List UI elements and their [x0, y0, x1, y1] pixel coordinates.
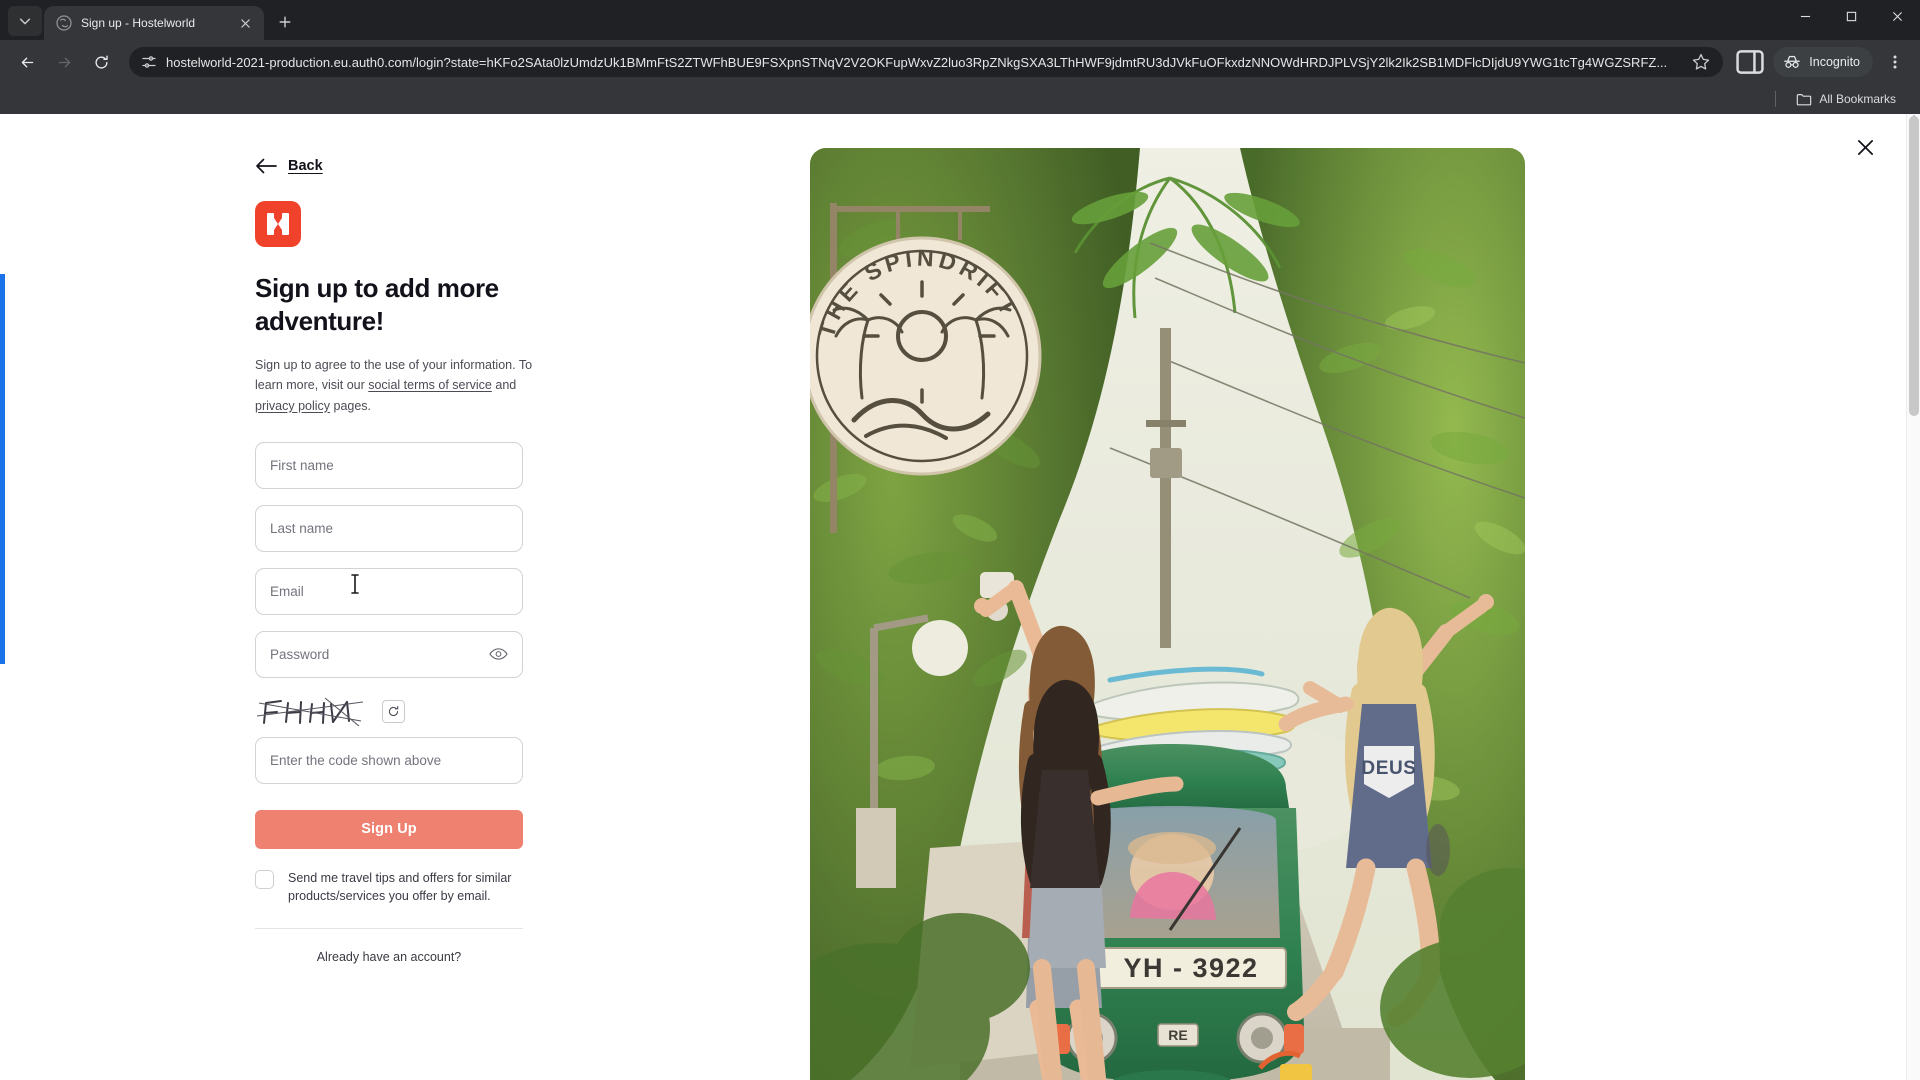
url-text: hostelworld-2021-production.eu.auth0.com… — [166, 54, 1668, 70]
sign-up-button[interactable]: Sign Up — [255, 809, 523, 849]
tab-title: Sign up - Hostelworld — [81, 16, 196, 30]
reload-icon — [94, 55, 108, 68]
address-bar[interactable]: hostelworld-2021-production.eu.auth0.com… — [129, 47, 1724, 77]
divider — [255, 927, 523, 929]
password-input[interactable]: Password — [255, 630, 523, 678]
captcha-refresh-button[interactable] — [382, 700, 405, 724]
password-placeholder: Password — [270, 646, 330, 662]
kebab-menu-icon — [1893, 55, 1897, 69]
back-button[interactable] — [10, 45, 44, 79]
marketing-optin-label: Send me travel tips and offers for simil… — [288, 870, 512, 904]
bookmarks-divider — [1775, 91, 1777, 107]
folder-icon — [1797, 93, 1812, 105]
browser-toolbar: hostelworld-2021-production.eu.auth0.com… — [0, 40, 1920, 84]
hostelworld-logo — [255, 201, 301, 247]
back-label: Back — [288, 158, 323, 174]
forward-button[interactable] — [47, 45, 81, 79]
eye-icon — [488, 648, 508, 660]
last-name-placeholder: Last name — [270, 520, 334, 536]
social-terms-link[interactable]: social terms of service — [368, 378, 492, 392]
page-title: Sign up to add more adventure! — [255, 273, 499, 337]
page-info-icon[interactable] — [141, 54, 157, 70]
tab-strip: Sign up - Hostelworld — [0, 0, 1920, 40]
email-placeholder: Email — [270, 583, 304, 599]
incognito-label: Incognito — [1809, 55, 1860, 69]
bookmark-star-button[interactable] — [1691, 52, 1711, 72]
legal-copy-middle: and — [491, 378, 517, 393]
all-bookmarks-button[interactable]: All Bookmarks — [1790, 89, 1902, 110]
incognito-indicator[interactable]: Incognito — [1773, 47, 1873, 77]
hero-photo: THE SPINDRIFT YH - 3922 RE DEUS — [810, 148, 1525, 1080]
browser-window: Sign up - Hostelworld hostelworld-2021-p… — [0, 0, 1920, 1080]
bookmark-star-icon — [1693, 53, 1710, 70]
text-cursor — [351, 574, 359, 594]
refresh-icon — [388, 706, 399, 717]
arrow-right-icon — [58, 57, 70, 67]
captcha-input[interactable]: Enter the code shown above — [255, 736, 523, 784]
first-name-placeholder: First name — [270, 457, 334, 473]
close-modal-button[interactable] — [1852, 134, 1878, 160]
all-bookmarks-label: All Bookmarks — [1819, 92, 1896, 106]
privacy-policy-link[interactable]: privacy policy — [255, 399, 330, 413]
maximize-button[interactable] — [1828, 0, 1874, 32]
marketing-optin-checkbox[interactable] — [255, 869, 274, 889]
back-link[interactable]: Back — [255, 158, 323, 174]
maximize-icon — [1846, 11, 1856, 21]
first-name-input[interactable]: First name — [255, 441, 523, 489]
minimize-button[interactable] — [1782, 0, 1828, 32]
window-close-icon — [1892, 11, 1902, 21]
reload-button[interactable] — [84, 45, 118, 79]
new-tab-button[interactable] — [270, 7, 300, 37]
tab-close-button[interactable] — [236, 14, 254, 32]
captcha-row — [255, 693, 810, 730]
hero-photo-wrap: THE SPINDRIFT YH - 3922 RE DEUS — [810, 148, 1525, 1080]
hostelworld-favicon — [56, 15, 72, 31]
legal-copy-suffix: pages. — [330, 398, 372, 413]
email-input[interactable]: Email — [255, 567, 523, 615]
window-controls — [1782, 0, 1920, 40]
last-name-input[interactable]: Last name — [255, 504, 523, 552]
scrollbar-thumb[interactable] — [1909, 116, 1919, 416]
toggle-password-visibility-button[interactable] — [488, 644, 508, 664]
close-icon — [1857, 139, 1873, 155]
captcha-image — [255, 693, 367, 730]
legal-copy: Sign up to agree to the use of your info… — [255, 355, 533, 416]
browser-menu-button[interactable] — [1880, 47, 1910, 77]
captcha-placeholder: Enter the code shown above — [270, 752, 442, 768]
bookmarks-bar: All Bookmarks — [0, 84, 1920, 114]
already-have-account-text: Already have an account? — [316, 949, 462, 964]
arrow-left-icon — [256, 158, 277, 174]
tab-search-button[interactable] — [8, 6, 42, 36]
arrow-left-icon — [21, 57, 33, 67]
close-icon — [240, 18, 250, 28]
minimize-icon — [1800, 15, 1810, 17]
page-viewport: Back Sign up to add more adventure! Sign… — [0, 114, 1920, 1080]
chevron-down-icon — [19, 18, 31, 25]
incognito-icon — [1784, 55, 1801, 68]
browser-tab[interactable]: Sign up - Hostelworld — [44, 6, 264, 40]
page-scrollbar[interactable] — [1906, 114, 1920, 1080]
window-close-button[interactable] — [1874, 0, 1920, 32]
side-panel-icon — [1736, 50, 1764, 74]
side-panel-button[interactable] — [1734, 46, 1766, 78]
plus-icon — [279, 16, 291, 28]
marketing-optin-row: Send me travel tips and offers for simil… — [255, 869, 533, 906]
signup-pane: Back Sign up to add more adventure! Sign… — [0, 114, 810, 1080]
